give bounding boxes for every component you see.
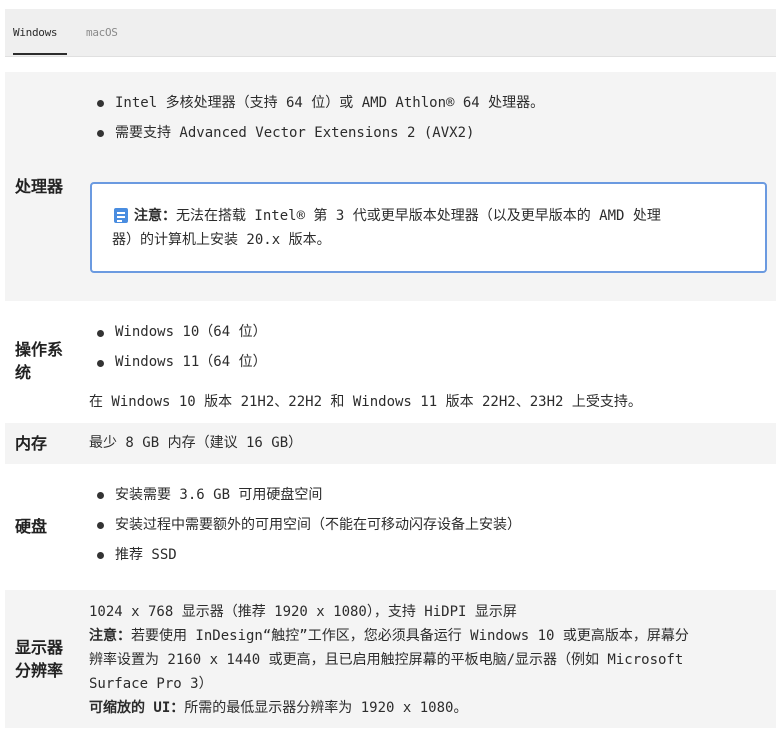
processor-note-box: 注意：无法在搭载 Intel® 第 3 代或更早版本处理器（以及更早版本的 AM… [90, 182, 767, 273]
list-bullet [97, 130, 104, 137]
list-bullet [97, 330, 104, 337]
processor-label: 处理器 [15, 177, 64, 196]
list-bullet [97, 492, 104, 499]
display-touch-note: Surface Pro 3） [89, 676, 213, 692]
note-prefix: 注意： [134, 208, 176, 224]
tab-windows[interactable]: Windows [13, 26, 58, 39]
list-bullet [97, 360, 104, 367]
os-tab-bar: Windows macOS [5, 9, 776, 57]
active-tab-indicator [13, 53, 67, 55]
display-resolution: 1024 x 768 显示器（推荐 1920 x 1080），支持 HiDPI … [89, 604, 517, 620]
disk-row: 硬盘 安装需要 3.6 GB 可用硬盘空间 安装过程中需要额外的可用空间（不能在… [5, 464, 776, 590]
os-item: Windows 10（64 位） [115, 324, 267, 340]
disk-label: 硬盘 [15, 517, 48, 536]
note-icon [114, 208, 128, 223]
processor-item: Intel 多核处理器（支持 64 位）或 AMD Athlon® 64 处理器… [115, 95, 545, 111]
list-bullet [97, 100, 104, 107]
os-item: Windows 11（64 位） [115, 354, 267, 370]
list-bullet [97, 522, 104, 529]
note-line: 无法在搭载 Intel® 第 3 代或更早版本处理器（以及更早版本的 AMD 处… [176, 208, 661, 224]
os-label: 操作系统 [15, 340, 64, 382]
disk-item: 安装需要 3.6 GB 可用硬盘空间 [115, 487, 323, 503]
processor-item: 需要支持 Advanced Vector Extensions 2 (AVX2) [115, 125, 475, 141]
note-text: 注意：无法在搭载 Intel® 第 3 代或更早版本处理器（以及更早版本的 AM… [134, 206, 661, 226]
display-touch-note: 注意：若要使用 InDesign“触控”工作区，您必须具备运行 Windows … [89, 628, 689, 644]
memory-label: 内存 [15, 434, 48, 453]
display-scalable-ui: 可缩放的 UI：所需的最低显示器分辨率为 1920 x 1080。 [89, 700, 468, 716]
note-line: 器）的计算机上安装 20.x 版本。 [112, 232, 331, 248]
os-row: 操作系统 Windows 10（64 位） Windows 11（64 位） 在… [5, 301, 776, 423]
memory-row: 内存 最少 8 GB 内存（建议 16 GB） [5, 423, 776, 464]
tab-macos[interactable]: macOS [86, 26, 118, 39]
processor-row: 处理器 Intel 多核处理器（支持 64 位）或 AMD Athlon® 64… [5, 72, 776, 301]
display-touch-note: 辨率设置为 2160 x 1440 或更高，且已启用触控屏幕的平板电脑/显示器（… [89, 652, 684, 668]
list-bullet [97, 552, 104, 559]
disk-item: 安装过程中需要额外的可用空间（不能在可移动闪存设备上安装） [115, 517, 521, 533]
os-support-note: 在 Windows 10 版本 21H2、22H2 和 Windows 11 版… [89, 394, 642, 410]
display-label: 显示器 分辨率 [15, 638, 64, 680]
display-row: 显示器 分辨率 1024 x 768 显示器（推荐 1920 x 1080），支持… [5, 590, 776, 728]
disk-item: 推荐 SSD [115, 547, 177, 563]
memory-value: 最少 8 GB 内存（建议 16 GB） [89, 435, 303, 451]
